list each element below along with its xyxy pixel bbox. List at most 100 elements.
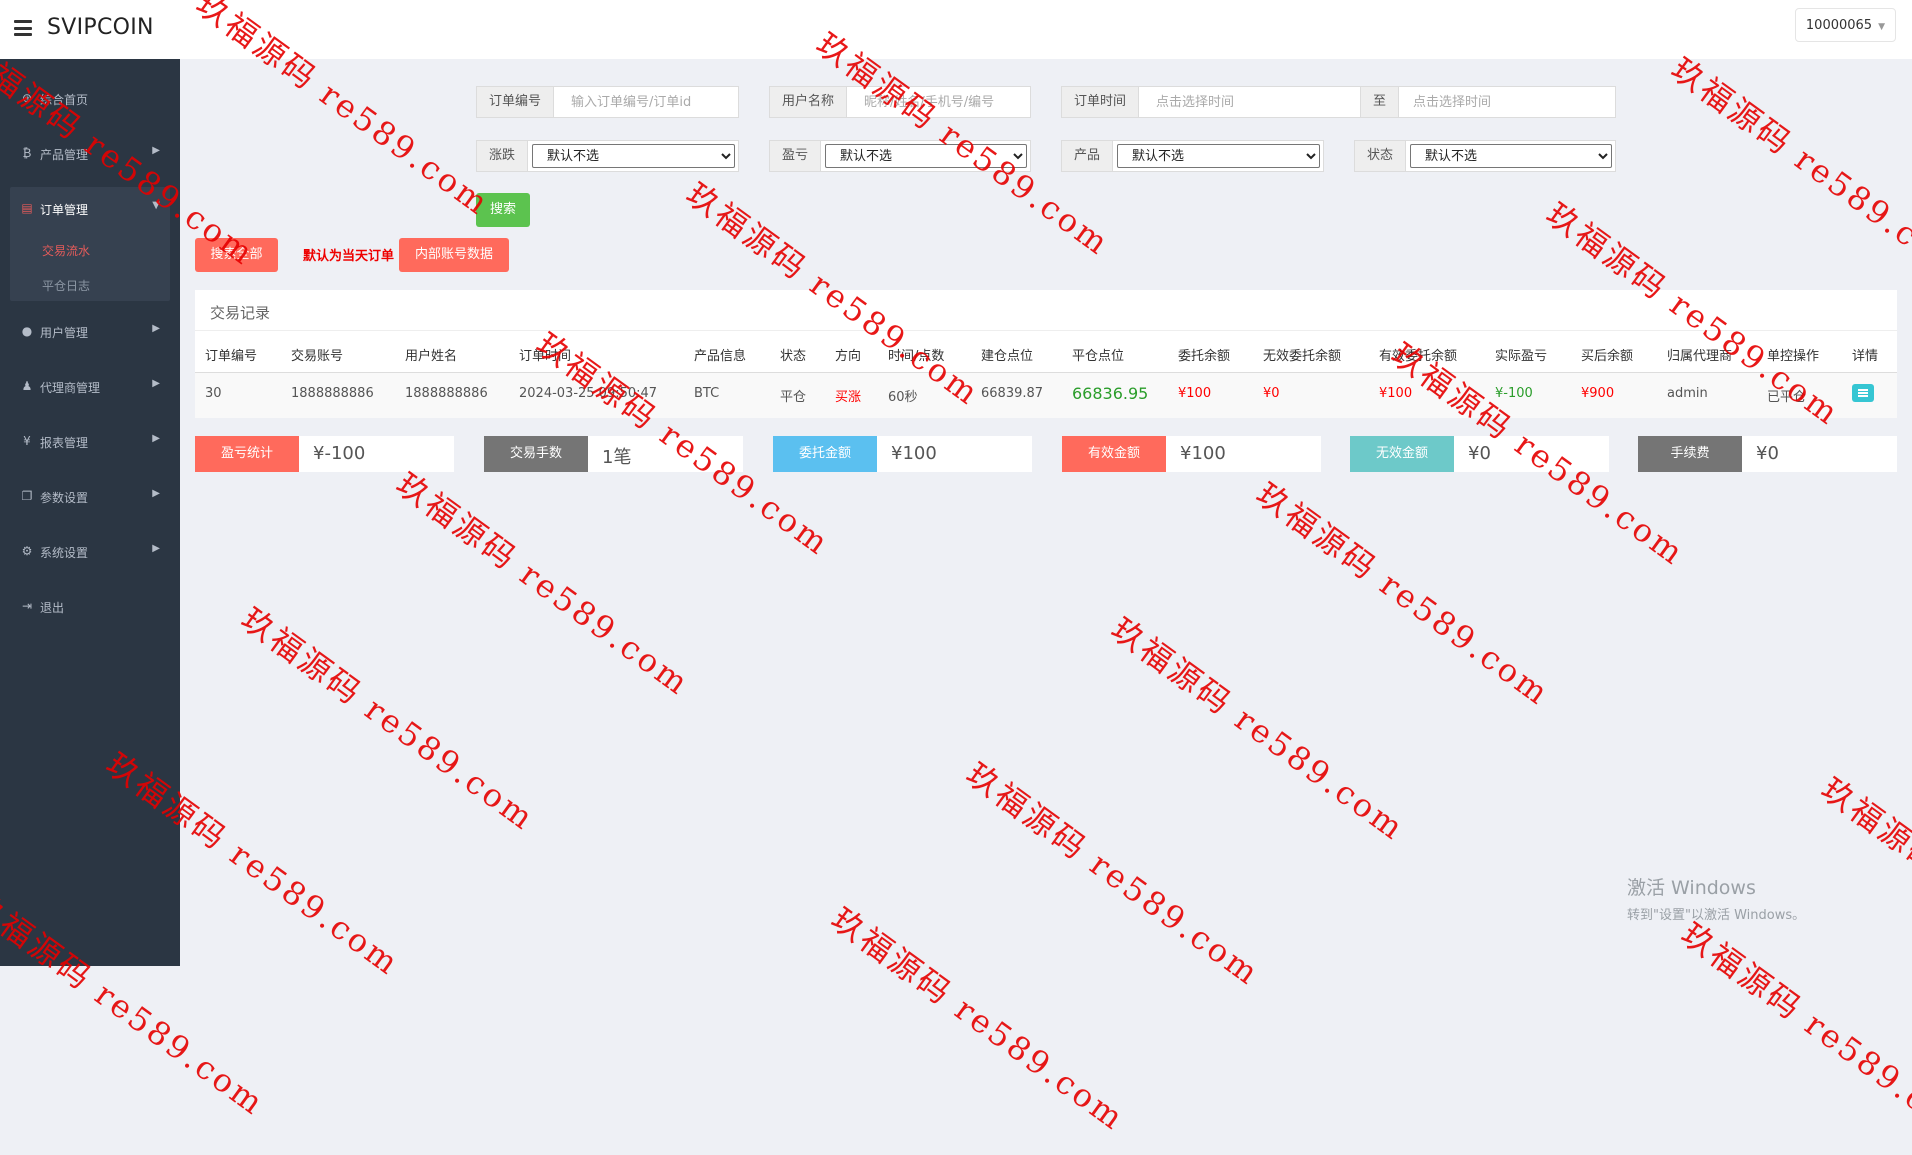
dashboard-icon: ⊛: [21, 91, 33, 105]
stat-label: 委托金额: [773, 436, 877, 472]
updown-select[interactable]: 默认不选: [532, 144, 735, 168]
sidebar-item-orders[interactable]: ▤ 订单管理 ▼: [0, 189, 180, 229]
search-all-button[interactable]: 搜索全部: [195, 238, 278, 272]
cell-direction: 买涨: [835, 390, 862, 405]
to-label: 至: [1361, 87, 1400, 117]
chevron-right-icon: ▶: [152, 488, 160, 499]
column-header: 时间/点数: [888, 349, 945, 364]
internal-account-button[interactable]: 内部账号数据: [399, 238, 509, 272]
order-no-input[interactable]: [559, 87, 738, 117]
product-label: 产品: [1062, 141, 1114, 171]
detail-list-icon[interactable]: [1852, 384, 1874, 402]
agent-icon: ♟: [21, 379, 33, 393]
cell-status: 平仓: [780, 390, 807, 405]
watermark-text: 玖福源码 re589.com: [1814, 769, 1912, 1008]
cell-time: 2024-03-25 09:50:47: [519, 386, 658, 401]
sidebar-item-system[interactable]: ⚙ 系统设置 ▶: [0, 532, 180, 572]
status-select[interactable]: 默认不选: [1410, 144, 1612, 168]
bitcoin-icon: ₿: [22, 146, 32, 160]
sidebar-item-params[interactable]: ❐ 参数设置 ▶: [0, 477, 180, 517]
column-header: 实际盈亏: [1495, 349, 1548, 364]
sidebar-item-label: 订单管理: [40, 203, 89, 217]
sidebar: ⊛ 综合首页 ₿ 产品管理 ▶ ▤ 订单管理 ▼ 交易流水 平仓日志 ● 用户管…: [0, 59, 180, 966]
caret-down-icon: ▼: [1878, 22, 1885, 32]
sidebar-item-products[interactable]: ₿ 产品管理 ▶: [0, 134, 180, 174]
watermark-text: 玖福源码 re589.com: [824, 899, 1133, 1139]
column-header: 详情: [1852, 349, 1879, 364]
user-name-input[interactable]: [852, 87, 1030, 117]
chevron-down-icon: ▼: [152, 200, 160, 211]
windows-activation-notice: 激活 Windows 转到"设置"以激活 Windows。: [1627, 873, 1805, 923]
stat-value: ¥0: [1756, 443, 1779, 464]
logout-icon: ⇥: [21, 599, 33, 613]
column-header: 无效委托余额: [1263, 349, 1342, 364]
sidebar-item-label: 综合首页: [40, 93, 89, 107]
cell-close-price: 66836.95: [1072, 384, 1149, 403]
product-select[interactable]: 默认不选: [1117, 144, 1320, 168]
stat-value: ¥100: [1180, 443, 1226, 464]
watermark-text: 玖福源码 re589.com: [389, 464, 698, 704]
sidebar-item-dashboard[interactable]: ⊛ 综合首页: [0, 79, 180, 119]
stat-value: ¥-100: [313, 443, 366, 464]
chevron-right-icon: ▶: [152, 543, 160, 554]
chevron-right-icon: ▶: [152, 323, 160, 334]
status-field: 状态 默认不选: [1354, 140, 1616, 172]
gears-icon: ⚙: [21, 544, 33, 558]
cell-agent: admin: [1667, 386, 1708, 401]
cell-name: 1888888886: [405, 386, 488, 401]
sidebar-item-label: 系统设置: [40, 546, 89, 560]
stat-label: 手续费: [1638, 436, 1742, 472]
cell-invalid: ¥0: [1263, 386, 1280, 401]
brand-title: SVIPCOIN: [47, 15, 154, 40]
status-label: 状态: [1355, 141, 1407, 171]
user-name-field: 用户名称: [769, 86, 1031, 118]
order-time-start-input[interactable]: [1144, 87, 1360, 117]
stat-label: 交易手数: [484, 436, 588, 472]
chevron-right-icon: ▶: [152, 378, 160, 389]
order-time-end-input[interactable]: [1401, 87, 1615, 117]
sidebar-subitem-trade-flow[interactable]: 交易流水: [42, 242, 90, 259]
column-header: 订单时间: [519, 349, 572, 364]
sidebar-item-label: 代理商管理: [40, 381, 101, 395]
sidebar-item-label: 报表管理: [40, 436, 89, 450]
stat-invalid: 无效金额 ¥0: [1350, 436, 1609, 472]
sidebar-subitem-close-log[interactable]: 平仓日志: [42, 277, 90, 294]
cell-pnl: ¥-100: [1495, 386, 1533, 401]
order-no-label: 订单编号: [477, 87, 555, 117]
order-time-end-field: 至: [1360, 86, 1616, 118]
sidebar-item-label: 产品管理: [40, 148, 89, 162]
panel-title: 交易记录: [210, 304, 271, 322]
sidebar-item-label: 用户管理: [40, 326, 89, 340]
yen-icon: ¥: [23, 434, 31, 448]
column-header: 订单编号: [205, 349, 258, 364]
stat-value: ¥100: [891, 443, 937, 464]
menu-toggle-icon[interactable]: [14, 20, 32, 36]
stat-label: 无效金额: [1350, 436, 1454, 472]
search-button[interactable]: 搜索: [476, 193, 530, 227]
orders-icon: ▤: [21, 201, 33, 215]
order-time-field: 订单时间: [1061, 86, 1361, 118]
stat-value: ¥0: [1468, 443, 1491, 464]
column-header: 平仓点位: [1072, 349, 1125, 364]
cell-order-no: 30: [205, 386, 222, 401]
sidebar-item-users[interactable]: ● 用户管理 ▶: [0, 312, 180, 352]
cell-duration: 60秒: [888, 390, 918, 405]
watermark-text: 玖福源码 re589.com: [234, 599, 543, 839]
stat-entrust: 委托金额 ¥100: [773, 436, 1032, 472]
cell-valid: ¥100: [1379, 386, 1413, 401]
profit-select[interactable]: 默认不选: [825, 144, 1027, 168]
sidebar-item-reports[interactable]: ¥ 报表管理 ▶: [0, 422, 180, 462]
sidebar-item-agents[interactable]: ♟ 代理商管理 ▶: [0, 367, 180, 407]
user-dropdown[interactable]: 10000065 ▼: [1794, 8, 1896, 42]
sidebar-item-logout[interactable]: ⇥ 退出: [0, 587, 180, 627]
watermark-text: 玖福源码 re589.com: [1249, 474, 1558, 714]
divider: [195, 330, 1897, 331]
user-name-label: 用户名称: [770, 87, 848, 117]
cell-balance-after: ¥900: [1581, 386, 1615, 401]
chevron-right-icon: ▶: [152, 433, 160, 444]
column-header: 买后余额: [1581, 349, 1634, 364]
default-today-note: 默认为当天订单: [303, 249, 395, 264]
stat-valid: 有效金额 ¥100: [1062, 436, 1321, 472]
cell-entrust: ¥100: [1178, 386, 1212, 401]
profit-label: 盈亏: [770, 141, 822, 171]
